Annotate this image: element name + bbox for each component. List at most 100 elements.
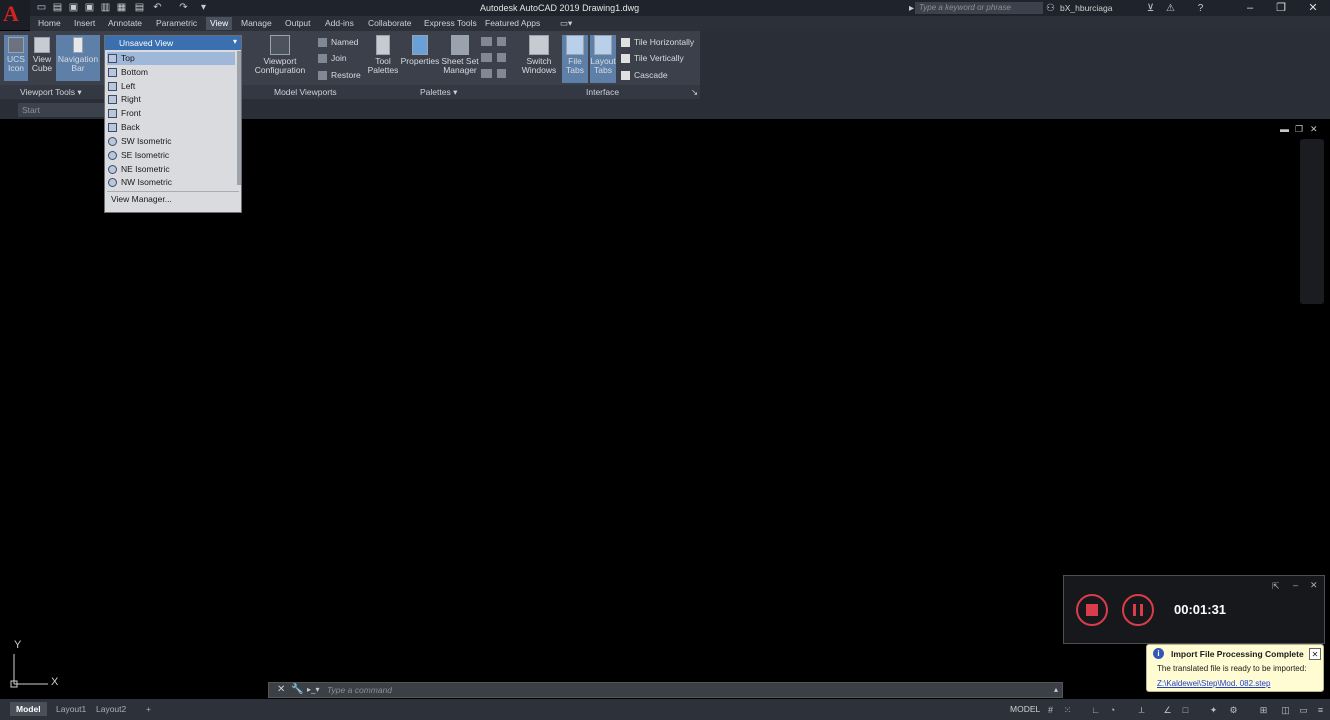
tab-collaborate[interactable]: Collaborate: [364, 17, 415, 30]
application-menu-button[interactable]: A: [0, 0, 30, 30]
stop-recording-button[interactable]: [1076, 594, 1108, 626]
view-option-left[interactable]: Left: [107, 80, 235, 93]
view-option-sw-isometric[interactable]: SW Isometric: [107, 135, 235, 148]
tab-annotate[interactable]: Annotate: [104, 17, 146, 30]
customize-chevron-icon[interactable]: ▾: [198, 2, 209, 13]
named-button[interactable]: Named: [318, 37, 358, 48]
tab-express-tools[interactable]: Express Tools: [420, 17, 481, 30]
close-command-icon[interactable]: ✕: [277, 684, 285, 695]
pause-recording-button[interactable]: [1122, 594, 1154, 626]
undo-icon[interactable]: ↶: [152, 2, 163, 13]
tile-horizontally-button[interactable]: Tile Horizontally: [621, 37, 694, 48]
notification-file-link[interactable]: Z:\Kaldewei\Step\Mod. 082.step: [1157, 679, 1270, 688]
wrench-icon[interactable]: 🔧: [291, 684, 303, 695]
command-prompt-icon[interactable]: ▸_▾: [307, 685, 319, 694]
layout-tabs-button[interactable]: Layout Tabs: [590, 35, 616, 83]
layout-tab-layout1[interactable]: Layout1: [50, 702, 92, 716]
palette-icon[interactable]: [497, 37, 506, 46]
restore-button[interactable]: Restore: [318, 70, 361, 81]
model-space-button[interactable]: MODEL: [1010, 704, 1040, 714]
palette-icon[interactable]: [481, 53, 492, 62]
save-web-icon[interactable]: ▦: [116, 2, 127, 13]
panel-launcher-icon[interactable]: ↘: [691, 87, 698, 98]
user-account[interactable]: bX_hburciaga: [1060, 3, 1112, 13]
tab-featured-apps[interactable]: Featured Apps: [481, 17, 544, 30]
add-layout-icon[interactable]: +: [140, 702, 157, 716]
view-option-top[interactable]: Top: [107, 52, 235, 65]
file-tab-start[interactable]: Start: [18, 103, 104, 117]
command-line[interactable]: ✕ 🔧 ▸_▾ Type a command ▴: [268, 682, 1063, 698]
tab-add-ins[interactable]: Add-ins: [321, 17, 358, 30]
view-manager-option[interactable]: View Manager...: [107, 193, 235, 206]
command-history-icon[interactable]: ▴: [1054, 685, 1058, 694]
redo-icon[interactable]: ↷: [178, 2, 189, 13]
object-snap-tracking-icon[interactable]: ∠: [1162, 705, 1173, 715]
binoculars-icon[interactable]: ⚇: [1045, 3, 1056, 14]
palette-icon[interactable]: [497, 53, 506, 62]
tab-insert[interactable]: Insert: [70, 17, 99, 30]
clean-screen-icon[interactable]: ▭: [1298, 705, 1309, 715]
dropdown-chevron-icon[interactable]: ▾: [233, 37, 237, 46]
tab-home[interactable]: Home: [34, 17, 65, 30]
minimize-drawing-icon[interactable]: ▬: [1280, 124, 1289, 134]
maximize-icon[interactable]: ❐: [1266, 1, 1296, 15]
view-option-ne-isometric[interactable]: NE Isometric: [107, 163, 235, 176]
ribbon-toggle-icon[interactable]: ▭▾: [556, 17, 576, 30]
exchange-icon[interactable]: ⚠: [1165, 3, 1176, 14]
isolate-objects-icon[interactable]: ◫: [1280, 705, 1291, 715]
grid-icon[interactable]: #: [1045, 705, 1056, 715]
cascade-button[interactable]: Cascade: [621, 70, 668, 81]
minimize-icon[interactable]: –: [1235, 1, 1265, 15]
tile-vertically-button[interactable]: Tile Vertically: [621, 53, 684, 64]
navigation-bar-button[interactable]: Navigation Bar: [56, 35, 100, 81]
polar-icon[interactable]: ◔: [1107, 705, 1118, 715]
viewport-tools-label[interactable]: Viewport Tools ▾: [20, 87, 82, 98]
sheet-set-manager-button[interactable]: Sheet Set Manager: [440, 35, 480, 83]
new-icon[interactable]: ▭: [36, 2, 47, 13]
plot-icon[interactable]: ▤: [134, 2, 145, 13]
popout-icon[interactable]: ⇱: [1272, 581, 1280, 592]
cart-icon[interactable]: ⊻: [1145, 3, 1156, 14]
save-icon[interactable]: ▣: [68, 2, 79, 13]
restore-drawing-icon[interactable]: ❐: [1295, 124, 1303, 135]
navigation-bar[interactable]: [1300, 139, 1324, 304]
view-option-nw-isometric[interactable]: NW Isometric: [107, 176, 235, 189]
dropdown-scrollbar[interactable]: [237, 51, 241, 185]
tab-parametric[interactable]: Parametric: [152, 17, 201, 30]
viewport-configuration-button[interactable]: Viewport Configuration: [250, 35, 310, 83]
tool-palettes-button[interactable]: Tool Palettes: [367, 35, 399, 83]
layout-tab-model[interactable]: Model: [10, 702, 47, 716]
recorder-minimize-icon[interactable]: –: [1293, 580, 1298, 590]
help-icon[interactable]: ?: [1195, 3, 1206, 14]
hardware-acceleration-icon[interactable]: ⊞: [1258, 705, 1269, 715]
ortho-icon[interactable]: ∟: [1090, 705, 1101, 715]
isodraft-icon[interactable]: ⟂: [1136, 705, 1147, 715]
close-icon[interactable]: ✕: [1298, 1, 1328, 15]
notification-close-icon[interactable]: ✕: [1309, 648, 1321, 660]
palettes-label[interactable]: Palettes ▾: [420, 87, 457, 98]
palette-icon[interactable]: [481, 69, 492, 78]
tab-manage[interactable]: Manage: [237, 17, 276, 30]
object-snap-icon[interactable]: □: [1180, 705, 1191, 715]
snap-icon[interactable]: ⁙: [1062, 705, 1073, 715]
join-button[interactable]: Join: [318, 53, 347, 64]
file-tabs-button[interactable]: File Tabs: [562, 35, 588, 83]
layout-tab-layout2[interactable]: Layout2: [90, 702, 132, 716]
close-drawing-icon[interactable]: ✕: [1310, 124, 1318, 135]
command-input[interactable]: Type a command: [327, 685, 392, 695]
view-cube-button[interactable]: View Cube: [30, 35, 54, 81]
save-as-icon[interactable]: ▣: [84, 2, 95, 13]
view-option-bottom[interactable]: Bottom: [107, 66, 235, 79]
view-option-front[interactable]: Front: [107, 107, 235, 120]
view-option-back[interactable]: Back: [107, 121, 235, 134]
palette-icon[interactable]: [481, 37, 492, 46]
switch-windows-button[interactable]: Switch Windows: [520, 35, 558, 83]
settings-icon[interactable]: ⚙: [1228, 705, 1239, 715]
view-option-right[interactable]: Right: [107, 93, 235, 106]
annotation-visibility-icon[interactable]: ✦: [1208, 705, 1219, 715]
tab-output[interactable]: Output: [281, 17, 315, 30]
palette-icon[interactable]: [497, 69, 506, 78]
customization-menu-icon[interactable]: ≡: [1315, 705, 1326, 715]
search-input[interactable]: Type a keyword or phrase: [915, 2, 1043, 14]
properties-button[interactable]: Properties: [400, 35, 440, 83]
